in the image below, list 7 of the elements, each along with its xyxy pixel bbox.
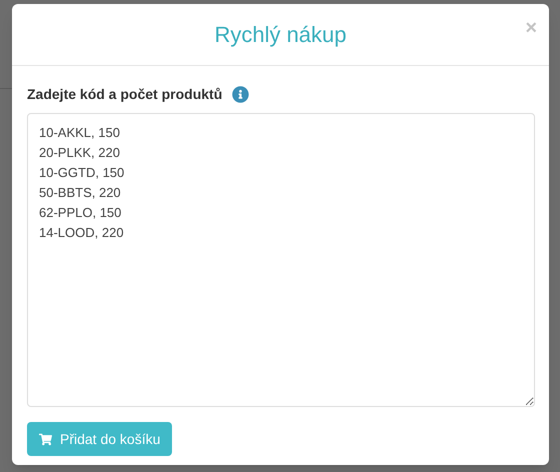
field-label: Zadejte kód a počet produktů [27, 85, 222, 104]
product-codes-field[interactable]: 10-AKKL, 150 20-PLKK, 220 10-GGTD, 150 50-BBTS, 220 62-PPLO, 150 14-LOOD, 220 [27, 113, 535, 407]
add-to-cart-button[interactable]: Přidat do košíku [27, 422, 172, 456]
close-button[interactable]: × [525, 18, 537, 38]
info-icon[interactable] [232, 86, 250, 103]
dialog-title: Rychlý nákup [214, 21, 347, 49]
cart-icon [39, 432, 52, 446]
